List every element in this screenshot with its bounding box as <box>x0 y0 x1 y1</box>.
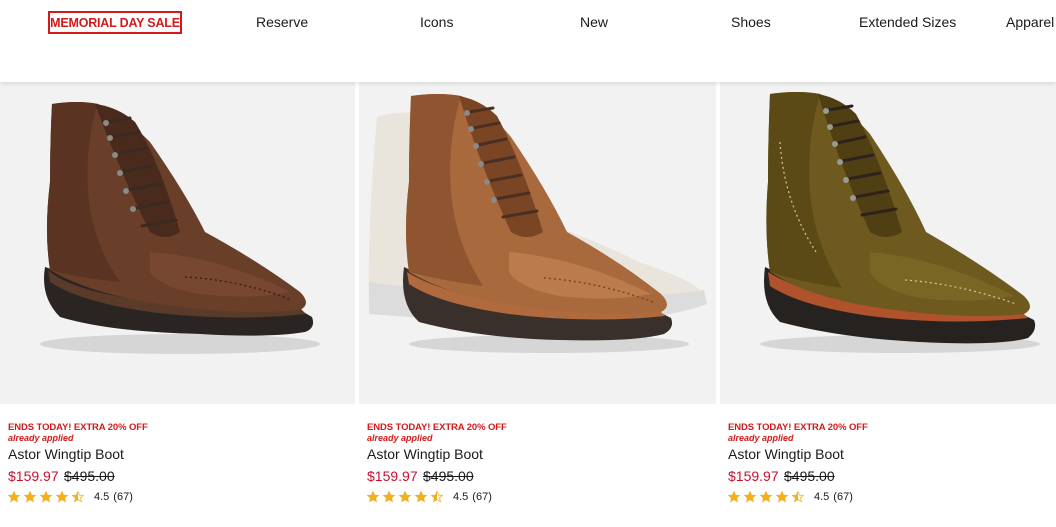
star-rating <box>367 491 443 503</box>
star-full-icon <box>24 491 36 503</box>
promo-note: already applied <box>728 433 794 443</box>
original-price: $495.00 <box>423 468 474 484</box>
brown-pebble-grain-wingtip-boot-icon <box>40 102 320 354</box>
promo-text: ENDS TODAY! EXTRA 20% OFF <box>728 422 868 433</box>
star-rating <box>8 491 84 503</box>
star-half-icon <box>431 491 443 503</box>
promo-text: ENDS TODAY! EXTRA 20% OFF <box>8 422 148 433</box>
original-price: $495.00 <box>784 468 835 484</box>
sale-price: $159.97 <box>367 468 418 484</box>
nav-item-apparel[interactable]: Apparel <box>1006 14 1054 30</box>
rating-summary[interactable]: 4.5 (67) <box>367 490 492 504</box>
rating-value: 4.5 <box>453 491 469 503</box>
promo-note: already applied <box>8 433 74 443</box>
nav-item-reserve[interactable]: Reserve <box>256 14 308 30</box>
product-name[interactable]: Astor Wingtip Boot <box>367 446 483 462</box>
nav-item-extended-sizes[interactable]: Extended Sizes <box>859 14 956 30</box>
star-full-icon <box>728 491 740 503</box>
star-full-icon <box>56 491 68 503</box>
original-price: $495.00 <box>64 468 115 484</box>
star-full-icon <box>40 491 52 503</box>
star-half-icon <box>792 491 804 503</box>
star-full-icon <box>415 491 427 503</box>
promo-text: ENDS TODAY! EXTRA 20% OFF <box>367 422 507 433</box>
review-count: (67) <box>113 491 133 503</box>
rating-value: 4.5 <box>814 491 830 503</box>
rating-summary[interactable]: 4.5 (67) <box>8 490 133 504</box>
star-full-icon <box>8 491 20 503</box>
product-image[interactable] <box>0 82 355 404</box>
star-full-icon <box>383 491 395 503</box>
star-full-icon <box>367 491 379 503</box>
nav-memorial-day-sale[interactable]: MEMORIAL DAY SALE <box>48 11 182 34</box>
star-full-icon <box>744 491 756 503</box>
nav-item-shoes[interactable]: Shoes <box>731 14 771 30</box>
sale-price: $159.97 <box>8 468 59 484</box>
nav-item-new[interactable]: New <box>580 14 608 30</box>
review-count: (67) <box>472 491 492 503</box>
product-card: ENDS TODAY! EXTRA 20% OFF already applie… <box>0 82 355 527</box>
tan-leather-wingtip-boot-icon <box>368 94 707 353</box>
product-name[interactable]: Astor Wingtip Boot <box>728 446 844 462</box>
product-grid: ENDS TODAY! EXTRA 20% OFF already applie… <box>0 82 1056 527</box>
product-image[interactable] <box>720 82 1056 404</box>
star-full-icon <box>776 491 788 503</box>
review-count: (67) <box>833 491 853 503</box>
product-card: ENDS TODAY! EXTRA 20% OFF already applie… <box>720 82 1056 527</box>
star-full-icon <box>760 491 772 503</box>
olive-suede-wingtip-boot-icon <box>760 92 1040 353</box>
nav-item-icons[interactable]: Icons <box>420 14 453 30</box>
star-rating <box>728 491 804 503</box>
top-navigation: MEMORIAL DAY SALE Reserve Icons New Shoe… <box>0 0 1056 82</box>
star-full-icon <box>399 491 411 503</box>
rating-value: 4.5 <box>94 491 110 503</box>
sale-price: $159.97 <box>728 468 779 484</box>
product-name[interactable]: Astor Wingtip Boot <box>8 446 124 462</box>
product-card: ENDS TODAY! EXTRA 20% OFF already applie… <box>359 82 716 527</box>
star-half-icon <box>72 491 84 503</box>
product-image[interactable] <box>359 82 716 404</box>
promo-note: already applied <box>367 433 433 443</box>
rating-summary[interactable]: 4.5 (67) <box>728 490 853 504</box>
